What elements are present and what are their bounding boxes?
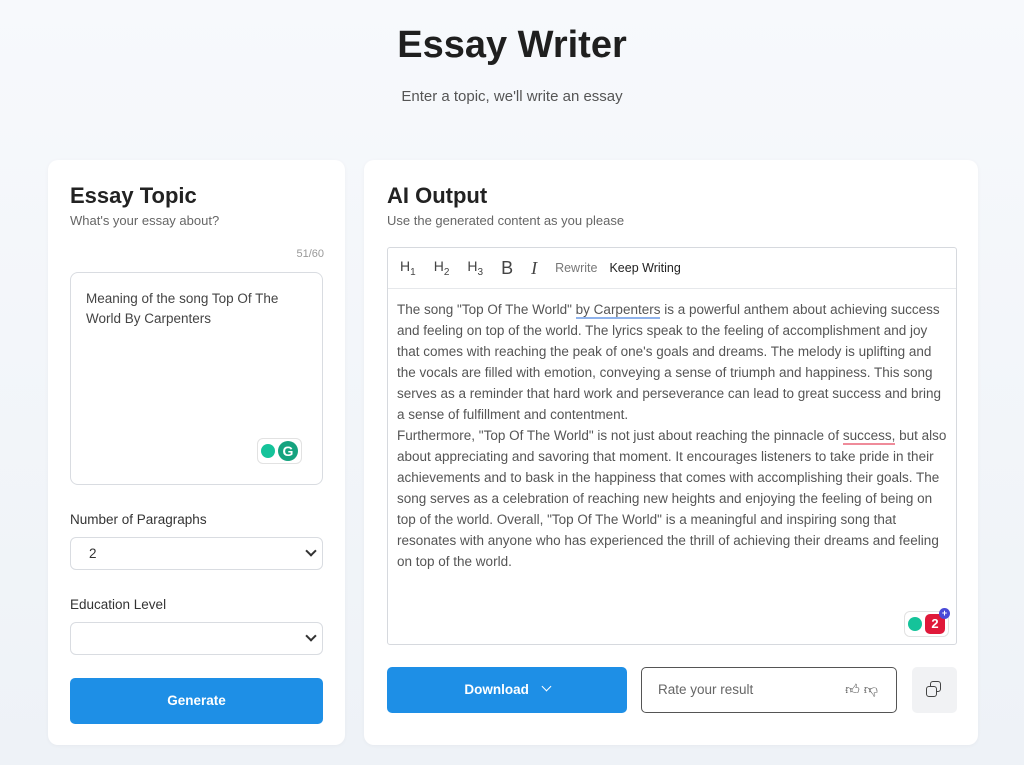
output-paragraph-2: Furthermore, "Top Of The World" is not j… <box>397 425 947 572</box>
rate-placeholder: Rate your result <box>658 682 754 697</box>
topic-input[interactable]: Meaning of the song Top Of The World By … <box>70 272 323 485</box>
plus-icon: + <box>939 608 950 619</box>
copy-button[interactable] <box>912 667 957 713</box>
ai-output-card: AI Output Use the generated content as y… <box>364 160 978 745</box>
chevron-down-icon <box>305 630 317 642</box>
essay-topic-card: Essay Topic What's your essay about? 51/… <box>48 160 345 745</box>
h1-sub: 1 <box>410 266 416 278</box>
rewrite-button[interactable]: Rewrite <box>555 261 597 275</box>
output-content[interactable]: The song "Top Of The World" by Carpenter… <box>388 289 956 582</box>
topic-input-value: Meaning of the song Top Of The World By … <box>86 291 279 326</box>
h2-label: H <box>433 258 444 275</box>
h3-label: H <box>467 258 478 275</box>
download-button[interactable]: Download <box>387 667 627 713</box>
char-counter: 51/60 <box>296 248 324 260</box>
paragraphs-select[interactable]: 2 <box>70 537 323 570</box>
thumbs-down-icon[interactable]: 👎︎ <box>864 681 882 697</box>
grammarly-widget[interactable]: 2 + <box>904 608 950 637</box>
page-subtitle: Enter a topic, we'll write an essay <box>401 88 623 105</box>
topic-title: Essay Topic <box>70 183 197 208</box>
output-subtitle: Use the generated content as you please <box>387 213 625 228</box>
h2-sub: 2 <box>443 266 450 278</box>
page-title: Essay Writer <box>397 24 627 66</box>
output-paragraph-1: The song "Top Of The World" by Carpenter… <box>397 299 947 425</box>
text: The song "Top Of The World" <box>397 302 576 317</box>
keep-writing-button[interactable]: Keep Writing <box>609 261 680 275</box>
chevron-down-icon <box>305 545 317 557</box>
lightbulb-icon <box>908 617 922 631</box>
download-label: Download <box>464 682 529 697</box>
education-label: Education Level <box>70 597 167 612</box>
topic-subtitle: What's your essay about? <box>70 213 220 228</box>
editor-toolbar: H1 H2 H3 B I Rewrite Keep Writing <box>388 248 956 289</box>
grammarly-widget[interactable]: G <box>257 438 302 464</box>
output-title: AI Output <box>387 183 488 208</box>
education-select[interactable] <box>70 622 323 655</box>
grammarly-issues-badge: 2 + <box>925 608 950 634</box>
italic-button[interactable]: I <box>531 258 537 279</box>
h2-button[interactable]: H2 <box>434 258 450 278</box>
thumbs-up-icon[interactable]: 👍︎ <box>845 681 864 697</box>
paragraphs-value: 2 <box>89 546 97 561</box>
h1-label: H <box>400 258 411 275</box>
paragraphs-label: Number of Paragraphs <box>70 512 207 527</box>
grammar-suggestion[interactable]: by Carpenters <box>575 302 661 319</box>
text: Furthermore, "Top Of The World" is not j… <box>397 428 843 443</box>
lightbulb-icon <box>261 444 275 458</box>
h3-button[interactable]: H3 <box>467 258 483 278</box>
generate-button[interactable]: Generate <box>70 678 323 724</box>
spelling-suggestion[interactable]: success, <box>842 428 896 445</box>
grammarly-icon: G <box>278 441 298 461</box>
rate-result-field[interactable]: Rate your result 👍︎👎︎ <box>641 667 897 713</box>
output-editor[interactable]: H1 H2 H3 B I Rewrite Keep Writing The so… <box>387 247 957 645</box>
h3-sub: 3 <box>477 266 484 278</box>
text: but also about appreciating and savoring… <box>397 428 947 569</box>
bold-button[interactable]: B <box>501 258 513 279</box>
chevron-down-icon <box>541 681 552 692</box>
issue-count: 2 <box>931 616 939 631</box>
h1-button[interactable]: H1 <box>400 258 416 278</box>
text: is a powerful anthem about achieving suc… <box>397 302 942 422</box>
